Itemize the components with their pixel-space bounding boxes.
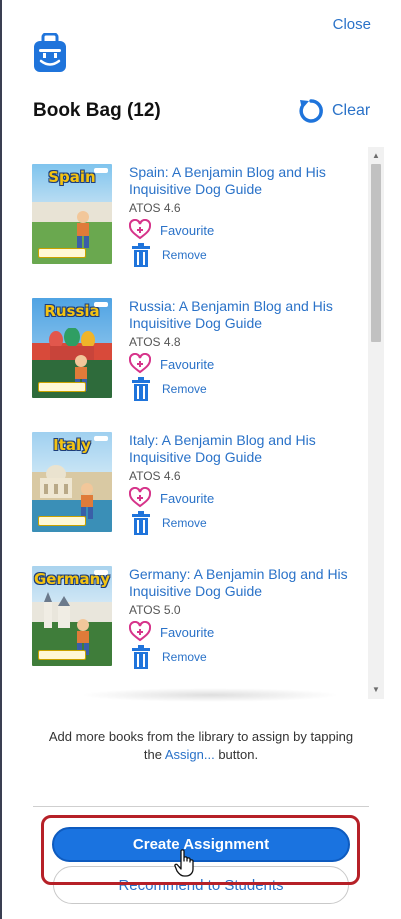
cover-badge <box>38 516 86 526</box>
trash-icon <box>132 243 150 267</box>
book-title-link[interactable]: Germany: A Benjamin Blog and His Inquisi… <box>129 566 369 600</box>
favourite-button[interactable]: Favourite <box>129 487 214 509</box>
atos-level: ATOS 5.0 <box>129 603 181 617</box>
atos-level: ATOS 4.8 <box>129 335 181 349</box>
heart-plus-icon <box>129 487 151 508</box>
cover-badge <box>38 650 86 660</box>
cover-logo <box>94 168 108 173</box>
hand-pointer-cursor-icon <box>174 849 194 877</box>
book-cover[interactable]: Germany <box>32 566 112 666</box>
book-title-link[interactable]: Spain: A Benjamin Blog and His Inquisiti… <box>129 164 369 198</box>
favourite-label: Favourite <box>160 490 215 506</box>
trash-icon <box>132 377 150 401</box>
cover-logo <box>94 436 108 441</box>
book-item: Germany Germany: A Benjamin Blog and His… <box>32 566 372 676</box>
book-cover[interactable]: Russia <box>32 298 112 398</box>
cover-badge <box>38 382 86 392</box>
book-item: Russia Russia: A Benjamin Blog and His I… <box>32 298 372 408</box>
favourite-button[interactable]: Favourite <box>129 353 214 375</box>
favourite-label: Favourite <box>160 222 215 238</box>
list-scrollbar[interactable]: ▲ ▼ <box>368 147 384 699</box>
favourite-button[interactable]: Favourite <box>129 621 214 643</box>
list-bottom-shadow <box>80 688 340 702</box>
atos-level: ATOS 4.6 <box>129 201 181 215</box>
trash-icon <box>132 645 150 669</box>
scroll-thumb[interactable] <box>371 164 381 342</box>
character-illustration <box>77 211 89 248</box>
book-item: Spain Spain: A Benjamin Blog and His Inq… <box>32 164 372 274</box>
remove-button[interactable]: Remove <box>131 511 207 535</box>
book-list[interactable]: Spain Spain: A Benjamin Blog and His Inq… <box>22 147 384 699</box>
window-edge <box>0 0 2 919</box>
remove-label: Remove <box>162 382 207 396</box>
book-bag-icon <box>34 33 66 72</box>
heart-plus-icon <box>129 219 151 240</box>
assign-link[interactable]: Assign... <box>165 747 215 762</box>
remove-label: Remove <box>162 516 207 530</box>
remove-button[interactable]: Remove <box>131 645 207 669</box>
footer-divider <box>33 806 369 807</box>
close-button[interactable]: Close <box>333 16 371 33</box>
atos-level: ATOS 4.6 <box>129 469 181 483</box>
trash-icon <box>132 511 150 535</box>
heart-plus-icon <box>129 353 151 374</box>
book-item: Italy Italy: A Benjamin Blog and His Inq… <box>32 432 372 542</box>
clear-label: Clear <box>332 102 371 119</box>
favourite-label: Favourite <box>160 356 215 372</box>
hint-text-end: button. <box>214 747 259 762</box>
heart-plus-icon <box>129 621 151 642</box>
cover-badge <box>38 248 86 258</box>
assign-hint: Add more books from the library to assig… <box>40 728 362 764</box>
cover-logo <box>94 302 108 307</box>
favourite-button[interactable]: Favourite <box>129 219 214 241</box>
scroll-up-arrow-icon[interactable]: ▲ <box>368 149 384 163</box>
remove-button[interactable]: Remove <box>131 243 207 267</box>
favourite-label: Favourite <box>160 624 215 640</box>
scroll-down-arrow-icon[interactable]: ▼ <box>368 683 384 697</box>
basilica-illustration <box>40 465 72 498</box>
cover-logo <box>94 570 108 575</box>
character-illustration <box>81 483 93 519</box>
remove-label: Remove <box>162 650 207 664</box>
book-cover[interactable]: Spain <box>32 164 112 264</box>
highlight-outline <box>41 815 360 885</box>
clear-button[interactable]: Clear <box>298 98 370 124</box>
remove-button[interactable]: Remove <box>131 377 207 401</box>
book-title-link[interactable]: Italy: A Benjamin Blog and His Inquisiti… <box>129 432 369 466</box>
book-cover[interactable]: Italy <box>32 432 112 532</box>
refresh-icon <box>299 99 323 123</box>
book-title-link[interactable]: Russia: A Benjamin Blog and His Inquisit… <box>129 298 369 332</box>
remove-label: Remove <box>162 248 207 262</box>
castle-illustration <box>44 592 70 628</box>
book-bag-title: Book Bag (12) <box>33 100 161 121</box>
